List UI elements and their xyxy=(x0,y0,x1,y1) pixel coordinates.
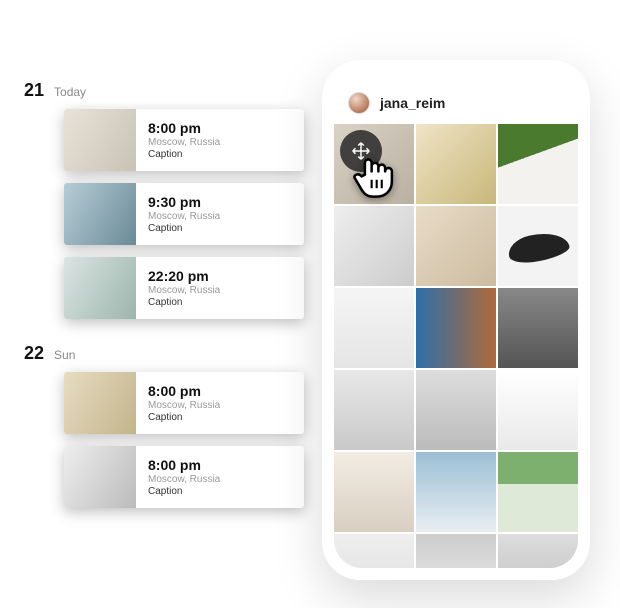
day-header: 22 Sun xyxy=(24,343,304,364)
schedule-day: 21 Today 8:00 pm Moscow, Russia Caption … xyxy=(24,80,304,319)
day-label: Today xyxy=(54,85,86,99)
feed-tile[interactable] xyxy=(416,370,496,450)
post-info: 8:00 pm Moscow, Russia Caption xyxy=(136,372,232,434)
feed-grid xyxy=(334,124,578,568)
post-info: 9:30 pm Moscow, Russia Caption xyxy=(136,183,232,245)
post-thumbnail xyxy=(64,183,136,245)
day-label: Sun xyxy=(54,348,75,362)
feed-tile[interactable] xyxy=(416,206,496,286)
post-location: Moscow, Russia xyxy=(148,285,220,296)
feed-tile[interactable] xyxy=(416,124,496,204)
post-thumbnail xyxy=(64,257,136,319)
schedule-panel: 21 Today 8:00 pm Moscow, Russia Caption … xyxy=(24,80,304,532)
post-time: 9:30 pm xyxy=(148,194,220,210)
post-time: 8:00 pm xyxy=(148,120,220,136)
feed-tile[interactable] xyxy=(498,370,578,450)
post-caption: Caption xyxy=(148,486,220,497)
phone-screen: jana_reim xyxy=(334,72,578,568)
scheduled-post-card[interactable]: 8:00 pm Moscow, Russia Caption xyxy=(64,109,304,171)
feed-tile[interactable] xyxy=(498,452,578,532)
feed-tile[interactable] xyxy=(416,452,496,532)
scheduled-post-card[interactable]: 9:30 pm Moscow, Russia Caption xyxy=(64,183,304,245)
feed-tile[interactable] xyxy=(416,534,496,568)
post-location: Moscow, Russia xyxy=(148,211,220,222)
drag-hand-cursor-icon xyxy=(348,146,402,200)
feed-tile[interactable] xyxy=(334,124,414,204)
day-header: 21 Today xyxy=(24,80,304,101)
feed-tile[interactable] xyxy=(334,370,414,450)
feed-tile[interactable] xyxy=(498,124,578,204)
post-location: Moscow, Russia xyxy=(148,137,220,148)
post-info: 22:20 pm Moscow, Russia Caption xyxy=(136,257,232,319)
scheduled-post-card[interactable]: 22:20 pm Moscow, Russia Caption xyxy=(64,257,304,319)
post-time: 8:00 pm xyxy=(148,383,220,399)
post-time: 22:20 pm xyxy=(148,268,220,284)
feed-tile[interactable] xyxy=(334,534,414,568)
post-location: Moscow, Russia xyxy=(148,400,220,411)
post-thumbnail xyxy=(64,446,136,508)
feed-tile[interactable] xyxy=(416,288,496,368)
post-info: 8:00 pm Moscow, Russia Caption xyxy=(136,109,232,171)
phone-mockup: jana_reim xyxy=(322,60,590,580)
post-caption: Caption xyxy=(148,412,220,423)
post-thumbnail xyxy=(64,372,136,434)
post-caption: Caption xyxy=(148,297,220,308)
scheduled-post-card[interactable]: 8:00 pm Moscow, Russia Caption xyxy=(64,446,304,508)
feed-tile[interactable] xyxy=(498,206,578,286)
post-thumbnail xyxy=(64,109,136,171)
feed-tile[interactable] xyxy=(498,288,578,368)
avatar[interactable] xyxy=(348,92,370,114)
username: jana_reim xyxy=(380,95,445,111)
day-number: 22 xyxy=(24,343,44,364)
feed-tile[interactable] xyxy=(334,452,414,532)
post-location: Moscow, Russia xyxy=(148,474,220,485)
post-info: 8:00 pm Moscow, Russia Caption xyxy=(136,446,232,508)
profile-bar[interactable]: jana_reim xyxy=(334,72,578,124)
post-time: 8:00 pm xyxy=(148,457,220,473)
schedule-day: 22 Sun 8:00 pm Moscow, Russia Caption 8:… xyxy=(24,343,304,508)
feed-tile[interactable] xyxy=(498,534,578,568)
feed-tile[interactable] xyxy=(334,206,414,286)
day-number: 21 xyxy=(24,80,44,101)
post-caption: Caption xyxy=(148,223,220,234)
post-caption: Caption xyxy=(148,149,220,160)
scheduled-post-card[interactable]: 8:00 pm Moscow, Russia Caption xyxy=(64,372,304,434)
feed-tile[interactable] xyxy=(334,288,414,368)
